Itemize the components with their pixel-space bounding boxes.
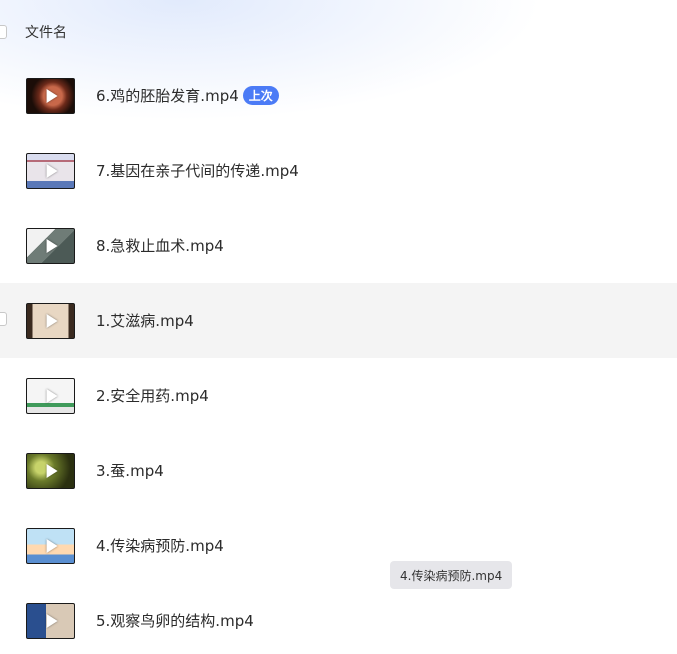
last-played-badge: 上次 [242,86,279,105]
filename-tooltip: 4.传染病预防.mp4 [390,561,513,589]
play-icon [46,463,58,478]
play-icon [46,388,58,403]
file-row[interactable]: 3.蚕.mp4 [0,433,677,508]
play-icon [46,238,58,253]
video-thumbnail[interactable] [26,527,75,564]
filename-column-header[interactable]: 文件名 [25,22,67,42]
video-thumbnail[interactable] [26,302,75,339]
play-icon [46,538,58,553]
file-name[interactable]: 7.基因在亲子代间的传递.mp4 [96,160,299,181]
file-list: 6.鸡的胚胎发育.mp4 上次 7.基因在亲子代间的传递.mp4 8.急救止血术.… [0,58,677,654]
video-thumbnail[interactable] [26,152,75,189]
play-icon [46,313,58,328]
play-icon [46,88,58,103]
file-row[interactable]: 8.急救止血术.mp4 [0,208,677,283]
select-all-checkbox[interactable] [0,25,7,39]
file-name[interactable]: 5.观察鸟卵的结构.mp4 [96,610,254,631]
file-name[interactable]: 6.鸡的胚胎发育.mp4 上次 [96,85,279,106]
video-thumbnail[interactable] [26,77,75,114]
play-icon [46,163,58,178]
file-row[interactable]: 7.基因在亲子代间的传递.mp4 [0,133,677,208]
video-thumbnail[interactable] [26,452,75,489]
list-header: 文件名 [0,14,677,50]
file-row[interactable]: 2.安全用药.mp4 [0,358,677,433]
play-icon [46,613,58,628]
file-row[interactable]: 6.鸡的胚胎发育.mp4 上次 [0,58,677,133]
video-thumbnail[interactable] [26,602,75,639]
file-name[interactable]: 2.安全用药.mp4 [96,385,209,406]
file-row[interactable]: 5.观察鸟卵的结构.mp4 [0,583,677,654]
file-row-hovered[interactable]: 1.艾滋病.mp4 [0,283,677,358]
video-thumbnail[interactable] [26,227,75,264]
file-name[interactable]: 4.传染病预防.mp4 [96,535,224,556]
video-thumbnail[interactable] [26,377,75,414]
file-name[interactable]: 3.蚕.mp4 [96,460,164,481]
file-row[interactable]: 4.传染病预防.mp4 [0,508,677,583]
file-name[interactable]: 8.急救止血术.mp4 [96,235,224,256]
row-checkbox[interactable] [0,312,7,326]
file-name[interactable]: 1.艾滋病.mp4 [96,310,194,331]
